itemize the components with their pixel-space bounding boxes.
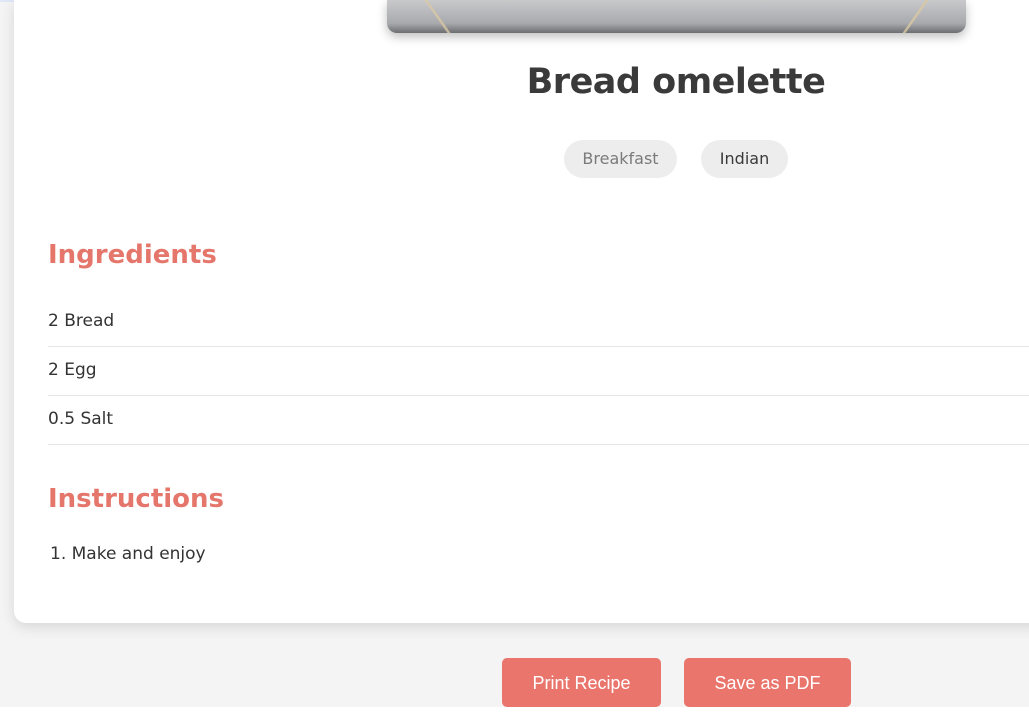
instruction-step: 1. Make and enjoy	[50, 544, 206, 564]
tag-indian[interactable]: Indian	[701, 140, 788, 178]
print-recipe-button[interactable]: Print Recipe	[502, 658, 661, 707]
recipe-title: Bread omelette	[526, 62, 826, 102]
save-as-pdf-button[interactable]: Save as PDF	[684, 658, 851, 707]
instructions-heading: Instructions	[48, 484, 225, 514]
ingredient-item: 2 Egg	[48, 346, 1029, 396]
ingredient-item: 2 Bread	[48, 297, 1029, 347]
ingredients-heading: Ingredients	[48, 240, 217, 270]
recipe-hero-image	[387, 0, 966, 33]
tag-breakfast[interactable]: Breakfast	[564, 140, 677, 178]
page-bottom-strip	[0, 707, 1029, 727]
ingredient-item: 0.5 Salt	[48, 395, 1029, 445]
